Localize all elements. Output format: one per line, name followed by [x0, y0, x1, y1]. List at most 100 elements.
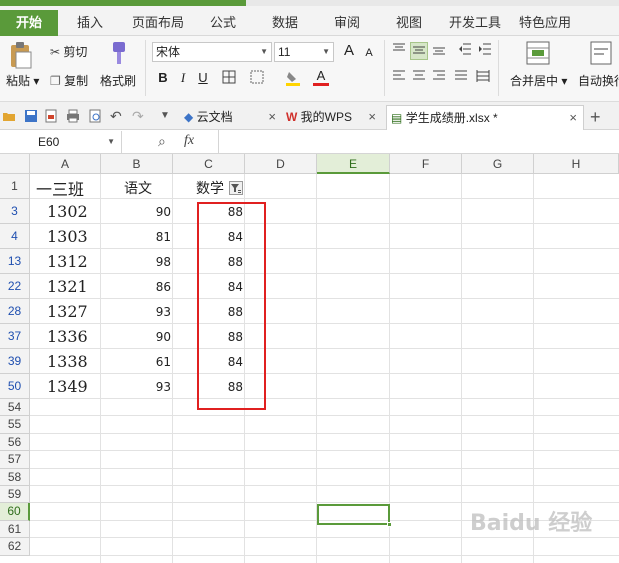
cell-chinese-score[interactable]: 90 [101, 330, 171, 344]
print-preview-icon[interactable] [88, 109, 102, 123]
cell-class-name[interactable]: 一三班 [36, 176, 84, 200]
column-header[interactable]: E [317, 154, 390, 174]
font-name-select[interactable]: 宋体 ▼ [152, 42, 272, 62]
fx-button[interactable]: fx [184, 133, 194, 149]
indent-increase-icon[interactable] [476, 42, 494, 60]
close-icon[interactable]: × [569, 106, 577, 130]
doc-tab-cloud[interactable]: ◆ 云文档 × [184, 105, 282, 130]
merge-center-button[interactable]: 合并居中 ▾ [510, 72, 567, 89]
cell-student-id[interactable]: 1349 [47, 377, 88, 396]
cell-student-id[interactable]: 1312 [47, 252, 88, 271]
auto-wrap-icon[interactable] [590, 40, 612, 66]
row-header[interactable]: 54 [0, 399, 30, 417]
row-header[interactable]: 59 [0, 486, 30, 504]
row-header[interactable]: 57 [0, 451, 30, 469]
fill-color-icon[interactable] [284, 69, 302, 87]
spreadsheet-grid[interactable]: A B C D E F G H 1 一三班 语文 数学 3 1302 90 88 4 1303 81 84 13 1312… [0, 154, 619, 563]
row-header[interactable]: 58 [0, 468, 30, 486]
row-header[interactable]: 60 [0, 503, 30, 521]
export-pdf-icon[interactable] [44, 109, 58, 123]
align-bottom-icon[interactable] [430, 42, 448, 60]
undo-icon[interactable]: ↶ [110, 109, 124, 123]
cell-chinese-score[interactable]: 98 [101, 255, 171, 269]
grow-font-button[interactable]: A [340, 42, 358, 60]
bold-button[interactable]: B [154, 69, 172, 87]
search-icon[interactable]: ⌕ [158, 133, 166, 150]
filter-active-icon[interactable] [229, 181, 243, 195]
row-header[interactable]: 3 [0, 199, 30, 224]
copy-button[interactable]: ❐ 复制 [50, 72, 88, 89]
align-left-icon[interactable] [390, 69, 408, 87]
row-header[interactable]: 28 [0, 299, 30, 324]
cell-header-math[interactable]: 数学 [196, 178, 224, 198]
cell-chinese-score[interactable]: 93 [101, 380, 171, 394]
row-header[interactable]: 22 [0, 274, 30, 299]
indent-decrease-icon[interactable] [456, 42, 474, 60]
shrink-font-button[interactable]: A [360, 44, 378, 62]
name-box[interactable]: E60 ▼ [0, 131, 122, 153]
row-header[interactable]: 37 [0, 324, 30, 349]
tab-developer[interactable]: 开发工具 [444, 12, 506, 36]
row-header[interactable]: 50 [0, 374, 30, 399]
column-header[interactable]: B [101, 154, 173, 174]
auto-wrap-button[interactable]: 自动换行 [578, 72, 619, 89]
tab-home[interactable]: 开始 [0, 10, 58, 36]
tab-insert[interactable]: 插入 [66, 12, 114, 36]
new-tab-button[interactable]: + [590, 105, 612, 130]
cell-chinese-score[interactable]: 81 [101, 230, 171, 244]
cell-student-id[interactable]: 1336 [47, 327, 88, 346]
cell-student-id[interactable]: 1327 [47, 302, 88, 321]
cell-header-chinese[interactable]: 语文 [124, 178, 152, 198]
row-header[interactable]: 55 [0, 416, 30, 434]
cell-chinese-score[interactable]: 61 [101, 355, 171, 369]
tab-special[interactable]: 特色应用 [514, 12, 576, 36]
format-painter-icon[interactable] [107, 40, 129, 68]
row-header[interactable]: 39 [0, 349, 30, 374]
doc-tab-active[interactable]: ▤ 学生成绩册.xlsx * × [386, 105, 584, 130]
column-header[interactable]: H [534, 154, 619, 174]
open-folder-icon[interactable] [2, 109, 16, 123]
tab-formulas[interactable]: 公式 [200, 12, 246, 36]
cell-student-id[interactable]: 1338 [47, 352, 88, 371]
align-center-icon[interactable] [410, 69, 428, 87]
font-size-select[interactable]: 11 ▼ [274, 42, 334, 62]
column-header[interactable]: D [245, 154, 317, 174]
tab-review[interactable]: 审阅 [324, 12, 370, 36]
cell-student-id[interactable]: 1303 [47, 227, 88, 246]
cut-button[interactable]: ✂ 剪切 [50, 43, 87, 60]
font-color-button[interactable]: A [312, 67, 330, 86]
format-painter-button[interactable]: 格式刷 [100, 72, 136, 89]
cell-student-id[interactable]: 1302 [47, 202, 88, 221]
row-header[interactable]: 4 [0, 224, 30, 249]
close-icon[interactable]: × [268, 105, 276, 129]
quick-access-dropdown-icon[interactable]: ▼ [160, 109, 174, 123]
selected-cell[interactable] [317, 504, 392, 527]
underline-button[interactable]: U [194, 69, 212, 87]
column-header[interactable]: C [173, 154, 245, 174]
tab-data[interactable]: 数据 [262, 12, 308, 36]
align-middle-icon[interactable] [410, 42, 428, 60]
save-icon[interactable] [24, 109, 38, 123]
align-top-icon[interactable] [390, 42, 408, 60]
cell-chinese-score[interactable]: 86 [101, 280, 171, 294]
row-header[interactable]: 13 [0, 249, 30, 274]
cell-chinese-score[interactable]: 90 [101, 205, 171, 219]
fill-pattern-icon[interactable] [248, 69, 266, 87]
tab-view[interactable]: 视图 [386, 12, 432, 36]
align-right-icon[interactable] [430, 69, 448, 87]
merge-center-icon[interactable] [526, 40, 550, 66]
row-header[interactable]: 56 [0, 433, 30, 452]
cell-student-id[interactable]: 1321 [47, 277, 88, 296]
cell-chinese-score[interactable]: 93 [101, 305, 171, 319]
tab-page-layout[interactable]: 页面布局 [122, 12, 194, 36]
redo-icon[interactable]: ↷ [132, 109, 146, 123]
formula-input[interactable] [222, 131, 618, 153]
row-header[interactable]: 1 [0, 174, 30, 199]
print-icon[interactable] [66, 109, 80, 123]
paste-icon[interactable] [8, 40, 34, 70]
select-all-corner[interactable] [0, 154, 30, 174]
paste-button[interactable]: 粘贴 ▾ [6, 72, 39, 89]
fill-handle[interactable] [387, 522, 392, 527]
row-header[interactable]: 62 [0, 538, 30, 556]
column-header[interactable]: F [390, 154, 462, 174]
